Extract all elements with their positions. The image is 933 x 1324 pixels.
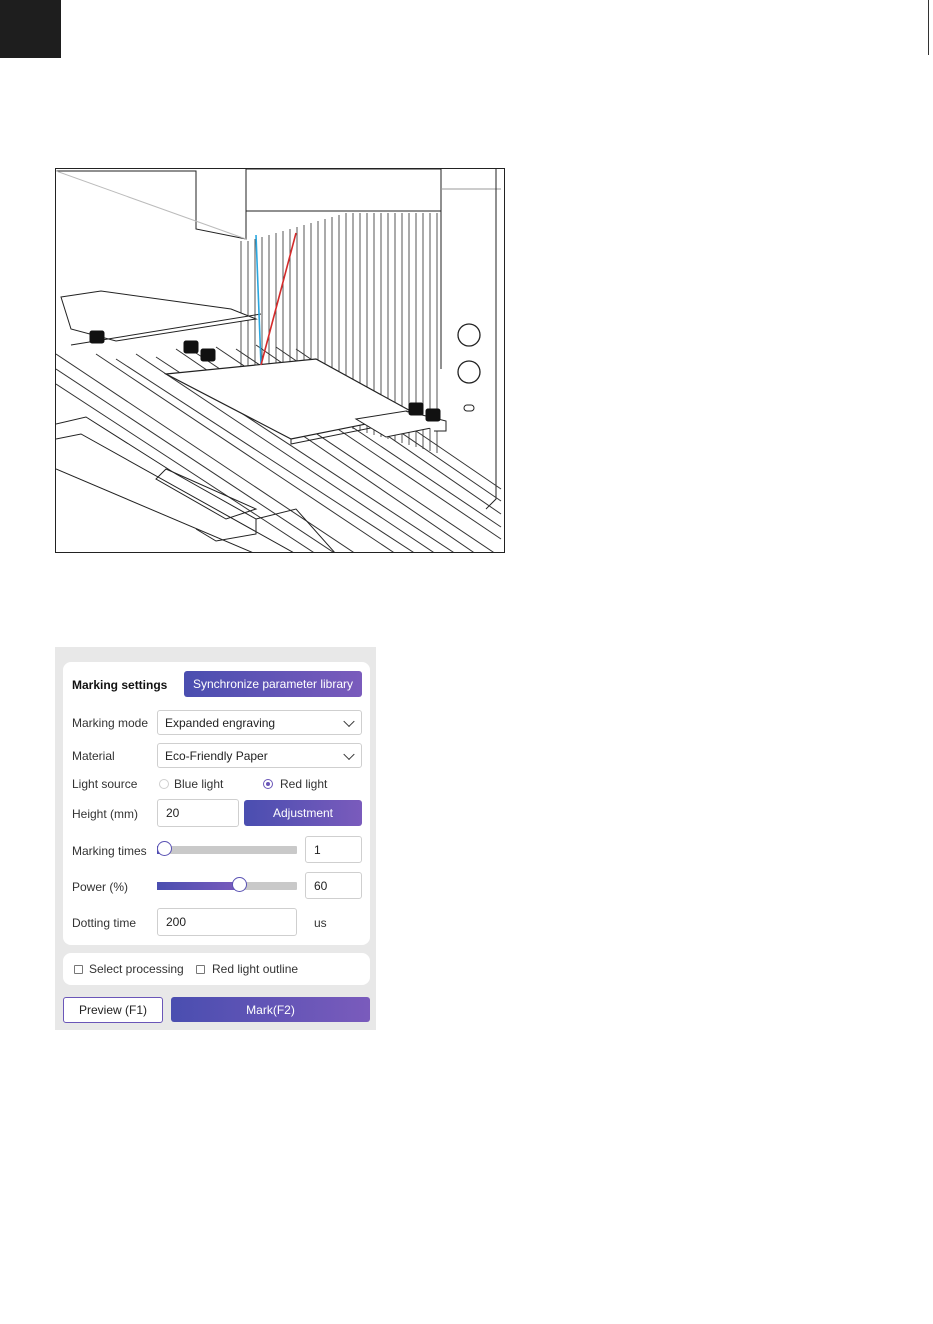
processing-options-card: Select processing Red light outline (63, 953, 370, 985)
material-value: Eco-Friendly Paper (165, 748, 268, 763)
machine-illustration (55, 168, 505, 553)
height-label: Height (mm) (72, 807, 139, 821)
dotting-time-value: 200 (166, 915, 187, 929)
select-processing-label: Select processing (89, 962, 184, 976)
chevron-down-icon (343, 748, 355, 760)
page-corner-block (0, 0, 61, 58)
power-slider-fill (157, 882, 240, 890)
marking-times-value: 1 (314, 842, 321, 857)
marking-times-label: Marking times (72, 844, 147, 858)
sync-parameter-library-button[interactable]: Synchronize parameter library (184, 671, 362, 697)
power-label: Power (%) (72, 880, 129, 894)
select-processing-checkbox[interactable] (74, 965, 83, 974)
power-input[interactable]: 60 (305, 872, 362, 899)
dotting-time-input[interactable]: 200 (157, 908, 297, 936)
red-light-beam (260, 232, 297, 366)
marking-times-slider[interactable] (157, 841, 297, 856)
chevron-down-icon (343, 715, 355, 727)
red-light-radio[interactable] (263, 779, 273, 789)
red-light-outline-checkbox[interactable] (196, 965, 205, 974)
height-input[interactable]: 20 (157, 799, 239, 827)
power-slider-thumb[interactable] (232, 877, 247, 892)
power-value: 60 (314, 878, 328, 893)
red-light-outline-label: Red light outline (212, 962, 299, 976)
light-source-label: Light source (72, 777, 138, 791)
material-select[interactable]: Eco-Friendly Paper (157, 743, 362, 768)
marking-times-input[interactable]: 1 (305, 836, 362, 863)
marking-settings-panel: Marking settings Synchronize parameter l… (55, 647, 376, 1030)
marking-settings-title: Marking settings (72, 678, 168, 692)
dotting-time-label: Dotting time (72, 916, 137, 930)
marking-mode-value: Expanded engraving (165, 715, 276, 730)
red-light-radio-label: Red light (280, 777, 328, 791)
marking-mode-select[interactable]: Expanded engraving (157, 710, 362, 735)
height-value: 20 (166, 806, 180, 820)
preview-button[interactable]: Preview (F1) (63, 997, 163, 1023)
mark-button[interactable]: Mark(F2) (171, 997, 370, 1022)
power-slider[interactable] (157, 877, 297, 892)
dotting-time-unit: us (314, 916, 327, 930)
marking-settings-card: Marking settings Synchronize parameter l… (63, 662, 370, 945)
marking-times-slider-thumb[interactable] (157, 841, 172, 856)
blue-light-radio-label: Blue light (174, 777, 224, 791)
marking-mode-label: Marking mode (72, 716, 149, 730)
blue-light-radio[interactable] (159, 779, 169, 789)
adjustment-button[interactable]: Adjustment (244, 800, 362, 826)
page-edge-line (928, 0, 929, 55)
laser-machine-drawing (56, 169, 502, 552)
material-label: Material (72, 749, 115, 763)
